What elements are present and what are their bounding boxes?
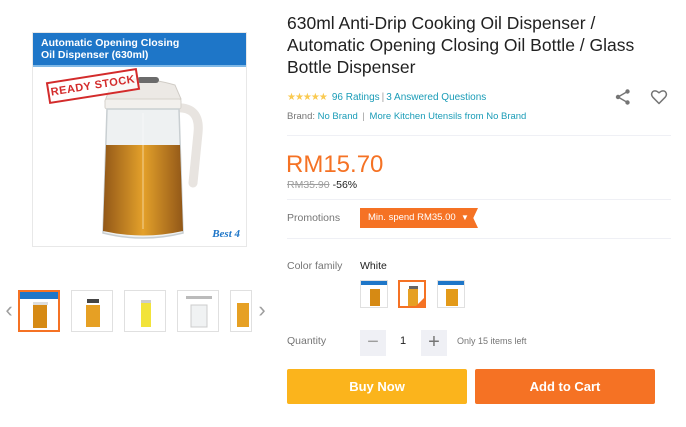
promotion-tag[interactable]: Min. spend RM35.00 ▼ [360,208,478,228]
quantity-value[interactable]: 1 [392,335,414,347]
promotions-label: Promotions [287,212,341,224]
thumbnail-strip: ‹ › [0,288,272,334]
thumbnail-2[interactable] [71,290,113,332]
divider [287,199,671,200]
brand-label: Brand: [287,111,315,122]
current-price: RM15.70 [286,151,384,178]
more-from-brand-link[interactable]: More Kitchen Utensils from No Brand [370,111,527,122]
discount-percent: -56% [332,179,358,191]
star-rating-icon: ★★★★★ [287,92,328,103]
caret-down-icon: ▼ [461,213,469,222]
quantity-label: Quantity [287,335,327,347]
product-title: 630ml Anti-Drip Cooking Oil Dispenser / … [287,13,635,77]
questions-link[interactable]: 3 Answered Questions [386,92,486,103]
color-family-label: Color family [287,260,343,272]
selected-check-icon [416,298,424,306]
original-price-row: RM35.90 -56% [287,179,357,191]
selected-color: White [360,260,387,272]
thumbnail-1[interactable] [18,290,60,332]
chevron-left-icon[interactable]: ‹ [2,299,16,321]
banner-line-1: Automatic Opening Closing [41,37,180,49]
divider [287,238,671,239]
image-promo-banner: Automatic Opening Closing Oil Dispenser … [33,33,246,67]
heart-icon[interactable] [650,88,668,106]
stock-note: Only 15 items left [457,336,527,346]
ratings-link[interactable]: 96 Ratings [332,92,380,103]
brand-logo: Best 4 [212,228,240,240]
color-option-1[interactable] [360,280,388,308]
thumbnail-3[interactable] [124,290,166,332]
separator: | [381,92,385,103]
thumbnail-4[interactable] [177,290,219,332]
add-to-cart-button[interactable]: Add to Cart [475,369,655,404]
color-option-3[interactable] [437,280,465,308]
thumbnail-5[interactable] [230,290,252,332]
brand-link[interactable]: No Brand [318,111,358,122]
divider [287,135,671,136]
share-icon[interactable] [614,88,632,106]
banner-line-2: Oil Dispenser (630ml) [41,49,149,61]
promotion-tag-text: Min. spend RM35.00 [368,212,456,223]
chevron-right-icon[interactable]: › [255,299,269,321]
color-option-2[interactable] [398,280,426,308]
buy-now-button[interactable]: Buy Now [287,369,467,404]
quantity-increment-button[interactable]: + [421,330,447,356]
quantity-decrement-button[interactable]: − [360,330,386,356]
rating-row: ★★★★★ 96 Ratings | 3 Answered Questions [287,92,486,103]
separator: | [362,111,365,122]
main-product-image[interactable]: Automatic Opening Closing Oil Dispenser … [32,32,247,247]
original-price: RM35.90 [287,179,330,191]
brand-row: Brand: No Brand | More Kitchen Utensils … [287,111,526,122]
